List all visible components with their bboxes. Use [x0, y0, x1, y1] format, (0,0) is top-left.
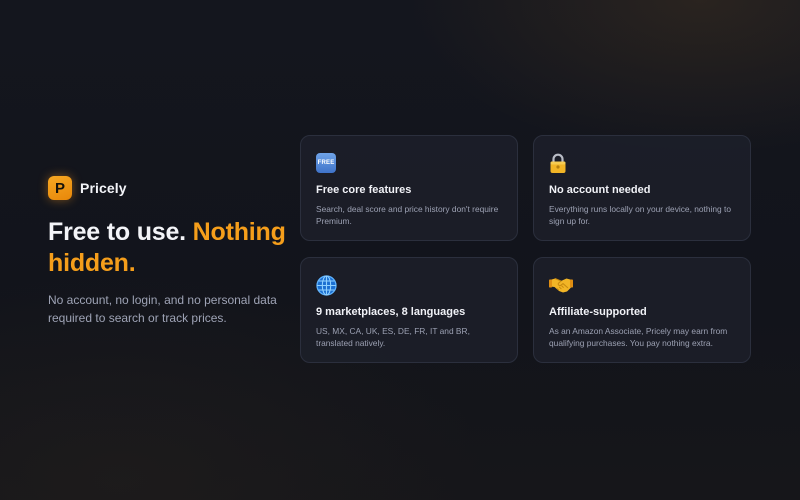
pricely-logo-icon: P	[48, 176, 72, 200]
free-button-icon: FREE	[316, 153, 336, 173]
brand: P Pricely	[48, 176, 298, 200]
feature-card-no-account: No account needed Everything runs locall…	[533, 135, 751, 241]
feature-description: Everything runs locally on your device, …	[549, 204, 732, 226]
globe-icon	[316, 274, 337, 296]
lock-icon	[550, 153, 566, 173]
feature-card-free: FREE Free core features Search, deal sco…	[300, 135, 518, 241]
feature-title: Free core features	[316, 184, 412, 196]
feature-description: As an Amazon Associate, Pricely may earn…	[549, 326, 728, 348]
headline-plain: Free to use.	[48, 218, 186, 246]
feature-title: Affiliate-supported	[549, 306, 647, 318]
feature-title: 9 marketplaces, 8 languages	[316, 306, 466, 318]
feature-title: No account needed	[549, 184, 651, 196]
hero-subtext: No account, no login, and no personal da…	[48, 293, 277, 325]
feature-card-marketplaces: 9 marketplaces, 8 languages US, MX, CA, …	[300, 257, 518, 363]
hero-headline: Free to use. Nothing hidden.	[48, 217, 298, 279]
hero-section: P Pricely Free to use. Nothing hidden. N…	[48, 176, 298, 327]
feature-description: US, MX, CA, UK, ES, DE, FR, IT and BR, t…	[316, 326, 470, 348]
handshake-icon	[549, 277, 573, 293]
feature-description: Search, deal score and price history don…	[316, 204, 499, 226]
feature-card-affiliate: Affiliate-supported As an Amazon Associa…	[533, 257, 751, 363]
brand-name: Pricely	[80, 180, 127, 196]
